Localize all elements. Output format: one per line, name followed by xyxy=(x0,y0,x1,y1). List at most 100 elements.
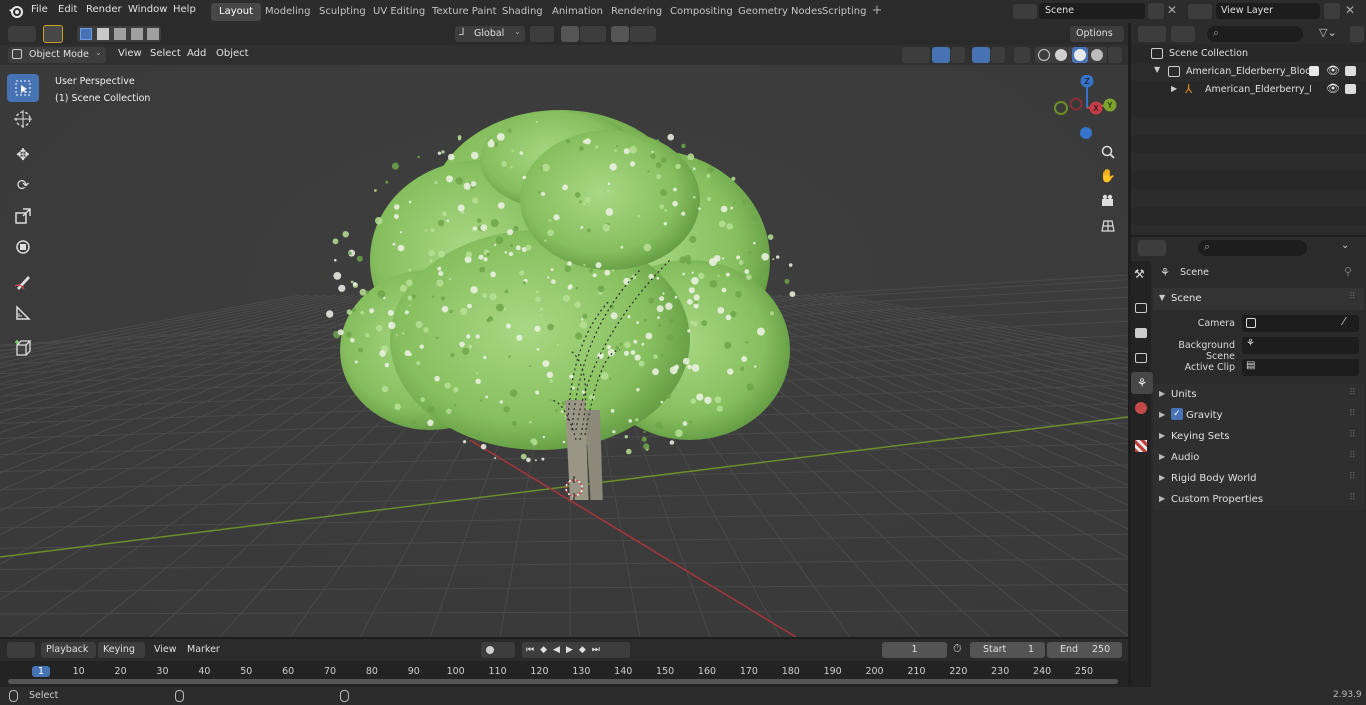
scene-name-field[interactable]: Scene xyxy=(1039,3,1145,19)
proportional-falloff-icon[interactable] xyxy=(630,26,656,42)
close-scene-icon[interactable]: ✕ xyxy=(1167,3,1177,17)
drag-handle-icon[interactable]: ⠿ xyxy=(1349,472,1356,482)
properties-search-input[interactable]: ⌕ xyxy=(1198,240,1307,256)
gizmo-toggle-icon[interactable] xyxy=(932,47,950,63)
playback-controls[interactable]: ⏮◆◀▶◆⏭ xyxy=(522,642,630,658)
shading-modes[interactable] xyxy=(1035,47,1107,63)
zoom-icon[interactable] xyxy=(1097,141,1119,163)
measure-tool[interactable] xyxy=(7,299,39,327)
menu-edit[interactable]: Edit xyxy=(58,4,77,15)
rendered-shading-icon[interactable] xyxy=(1091,49,1103,61)
eye-icon[interactable]: 👁 xyxy=(1326,82,1340,95)
editor-type-icon[interactable] xyxy=(8,26,36,42)
add-cube-tool[interactable] xyxy=(7,334,39,362)
outliner-editor-type-icon[interactable] xyxy=(1138,26,1166,42)
tab-animation[interactable]: Animation xyxy=(544,3,611,21)
transform-orientation-dropdown[interactable]: ⅃ Global ⌄ xyxy=(455,26,525,42)
overlay-dropdown-icon[interactable] xyxy=(991,47,1005,63)
tab-layout[interactable]: Layout xyxy=(211,3,261,21)
timeline-view-menu[interactable]: View xyxy=(154,644,177,655)
camera-view-icon[interactable] xyxy=(1097,190,1119,212)
display-mode-icon[interactable] xyxy=(1171,26,1195,42)
menu-add[interactable]: Add xyxy=(187,48,206,59)
camera-icon[interactable] xyxy=(1345,66,1356,76)
gravity-checkbox[interactable]: ✓ xyxy=(1171,408,1183,420)
chevron-right-icon[interactable]: ▶ xyxy=(1171,84,1177,93)
outliner-row[interactable]: Scene Collection xyxy=(1131,45,1366,63)
properties-editor-type-icon[interactable] xyxy=(1138,240,1166,256)
material-shading-icon[interactable] xyxy=(1072,47,1088,63)
checkbox-icon[interactable] xyxy=(1309,66,1319,76)
menu-object[interactable]: Object xyxy=(216,48,249,59)
menu-window[interactable]: Window xyxy=(128,4,167,15)
eye-icon[interactable]: 👁 xyxy=(1326,64,1340,77)
annotate-tool[interactable] xyxy=(7,268,39,296)
blender-logo-icon[interactable] xyxy=(8,4,24,19)
keying-menu[interactable]: Keying xyxy=(98,642,145,658)
menu-view[interactable]: View xyxy=(118,48,142,59)
drag-handle-icon[interactable]: ⠿ xyxy=(1349,430,1356,440)
mode-subtract-icon[interactable] xyxy=(114,28,126,40)
tab-modeling[interactable]: Modeling xyxy=(257,3,319,21)
cursor-tool[interactable] xyxy=(7,105,39,133)
new-view-layer-icon[interactable] xyxy=(1324,3,1340,19)
playback-menu[interactable]: Playback xyxy=(41,642,96,658)
menu-file[interactable]: File xyxy=(31,4,48,15)
camera-icon[interactable] xyxy=(1345,84,1356,94)
mode-new-icon[interactable] xyxy=(80,28,92,40)
texture-tab-icon[interactable] xyxy=(1135,440,1147,452)
rigid-body-world-panel-header[interactable]: ▶ Rigid Body World ⠿ xyxy=(1153,468,1364,489)
current-frame-field[interactable]: 1 xyxy=(882,642,947,658)
solid-shading-icon[interactable] xyxy=(1055,49,1067,61)
pan-hand-icon[interactable]: ✋ xyxy=(1097,165,1119,187)
drag-handle-icon[interactable]: ⠿ xyxy=(1349,409,1356,419)
scene-selector-icon[interactable] xyxy=(1013,4,1037,19)
drag-handle-icon[interactable]: ⠿ xyxy=(1349,292,1356,302)
tab-scripting[interactable]: Scripting xyxy=(814,3,874,21)
background-scene-field[interactable]: ⚘ xyxy=(1242,337,1359,354)
start-frame-field[interactable]: Start 1 xyxy=(970,642,1045,658)
units-panel-header[interactable]: ▶ Units ⠿ xyxy=(1153,384,1364,405)
new-collection-icon[interactable] xyxy=(1350,26,1364,42)
camera-field[interactable]: ⁄ xyxy=(1242,315,1359,332)
drag-handle-icon[interactable]: ⠿ xyxy=(1349,388,1356,398)
scale-tool[interactable] xyxy=(7,202,39,230)
menu-select[interactable]: Select xyxy=(150,48,181,59)
shading-dropdown-icon[interactable] xyxy=(1108,47,1122,63)
tab-uv-editing[interactable]: UV Editing xyxy=(365,3,433,21)
proportional-edit-icon[interactable] xyxy=(611,26,629,42)
outliner-row[interactable]: ▼ American_Elderberry_Bloomin 👁 xyxy=(1131,63,1366,81)
rotate-tool[interactable]: ⟳ xyxy=(7,171,39,199)
3d-viewport[interactable]: Object Mode ⌄ View Select Add Object Use… xyxy=(0,45,1128,637)
auto-keying-toggle[interactable] xyxy=(481,642,515,658)
active-clip-field[interactable]: ▤ xyxy=(1242,359,1359,376)
pivot-point-icon[interactable] xyxy=(530,26,554,42)
select-box-tool-icon[interactable] xyxy=(43,25,63,43)
output-tab-icon[interactable] xyxy=(1135,328,1147,338)
navigation-gizmo[interactable]: Z Y X xyxy=(1050,75,1120,145)
wireframe-shading-icon[interactable] xyxy=(1038,49,1050,61)
close-view-layer-icon[interactable]: ✕ xyxy=(1345,3,1355,17)
selection-mode-icons[interactable] xyxy=(77,26,161,42)
gravity-panel-header[interactable]: ▶ ✓ Gravity ⠿ xyxy=(1153,405,1364,426)
xray-toggle-icon[interactable] xyxy=(1014,47,1030,63)
snap-settings-icon[interactable] xyxy=(580,26,606,42)
menu-help[interactable]: Help xyxy=(173,4,196,15)
view-layer-tab-icon[interactable] xyxy=(1135,353,1147,363)
pin-icon[interactable]: ⚲ xyxy=(1344,265,1352,278)
custom-properties-panel-header[interactable]: ▶ Custom Properties ⠿ xyxy=(1153,489,1364,510)
visibility-toggle-icon[interactable] xyxy=(902,47,930,63)
mode-extend-icon[interactable] xyxy=(97,28,109,40)
tab-shading[interactable]: Shading xyxy=(494,3,551,21)
timeline-scrollbar[interactable] xyxy=(8,679,1118,684)
render-tab-icon[interactable] xyxy=(1135,303,1147,313)
audio-panel-header[interactable]: ▶ Audio ⠿ xyxy=(1153,447,1364,468)
mode-dropdown[interactable]: Object Mode ⌄ xyxy=(8,47,106,63)
scene-panel-header[interactable]: ▼ Scene ⠿ xyxy=(1153,288,1364,310)
chevron-down-icon[interactable]: ▼ xyxy=(1154,65,1160,74)
filter-icon[interactable]: ▽⌄ xyxy=(1319,26,1347,42)
tab-rendering[interactable]: Rendering xyxy=(603,3,670,21)
keying-sets-panel-header[interactable]: ▶ Keying Sets ⠿ xyxy=(1153,426,1364,447)
drag-handle-icon[interactable]: ⠿ xyxy=(1349,451,1356,461)
menu-render[interactable]: Render xyxy=(86,4,122,15)
